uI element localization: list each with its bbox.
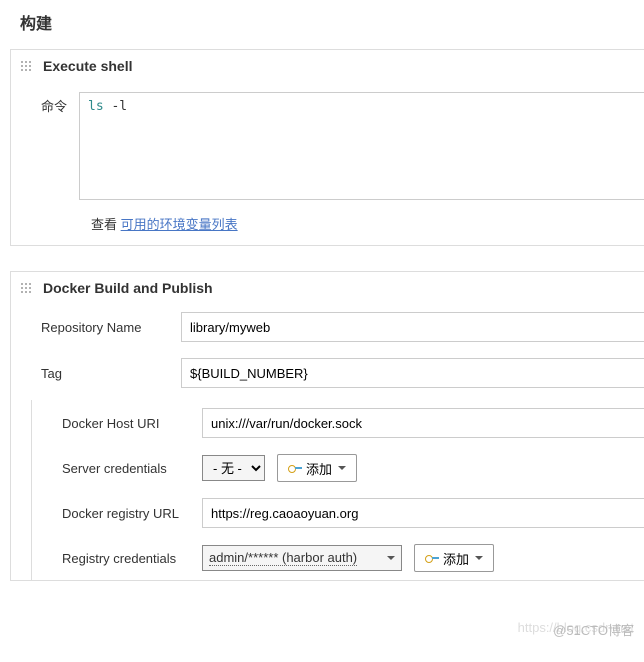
repo-name-input[interactable] xyxy=(181,312,644,342)
tag-input[interactable] xyxy=(181,358,644,388)
drag-handle-icon[interactable] xyxy=(19,281,33,295)
repo-name-label: Repository Name xyxy=(41,320,181,335)
registry-url-label: Docker registry URL xyxy=(62,506,202,521)
add-server-cred-button[interactable]: 添加 xyxy=(277,454,357,482)
add-button-label: 添加 xyxy=(443,549,469,568)
section-header: Execute shell xyxy=(11,50,644,82)
watermark-text: @51CTO博客 xyxy=(553,620,634,639)
registry-cred-label: Registry credentials xyxy=(62,551,202,566)
key-icon xyxy=(425,553,439,563)
section-name: Execute shell xyxy=(43,58,133,74)
inner-block: Docker Host URI Server credentials - 无 -… xyxy=(31,400,644,580)
server-cred-select[interactable]: - 无 - xyxy=(202,455,265,481)
docker-host-label: Docker Host URI xyxy=(62,416,202,431)
add-button-label: 添加 xyxy=(306,459,332,478)
drag-handle-icon[interactable] xyxy=(19,59,33,73)
command-input[interactable]: ls -l xyxy=(79,92,644,200)
chevron-down-icon xyxy=(338,466,346,470)
key-icon xyxy=(288,463,302,473)
section-name: Docker Build and Publish xyxy=(43,280,213,296)
helper-text-row: 查看 可用的环境变量列表 xyxy=(11,208,644,245)
chevron-down-icon xyxy=(387,556,395,560)
registry-url-input[interactable] xyxy=(202,498,644,528)
section-header: Docker Build and Publish xyxy=(11,272,644,304)
tag-label: Tag xyxy=(41,366,181,381)
docker-build-section: Docker Build and Publish Repository Name… xyxy=(10,271,644,581)
docker-host-input[interactable] xyxy=(202,408,644,438)
page-title: 构建 xyxy=(0,0,644,49)
registry-cred-select[interactable]: admin/****** (harbor auth) xyxy=(202,545,402,571)
chevron-down-icon xyxy=(475,556,483,560)
server-cred-label: Server credentials xyxy=(62,461,202,476)
helper-prefix: 查看 xyxy=(91,217,121,232)
env-vars-link[interactable]: 可用的环境变量列表 xyxy=(121,217,238,232)
command-label: 命令 xyxy=(41,92,79,115)
execute-shell-section: Execute shell 命令 ls -l 查看 可用的环境变量列表 xyxy=(10,49,644,246)
add-registry-cred-button[interactable]: 添加 xyxy=(414,544,494,572)
